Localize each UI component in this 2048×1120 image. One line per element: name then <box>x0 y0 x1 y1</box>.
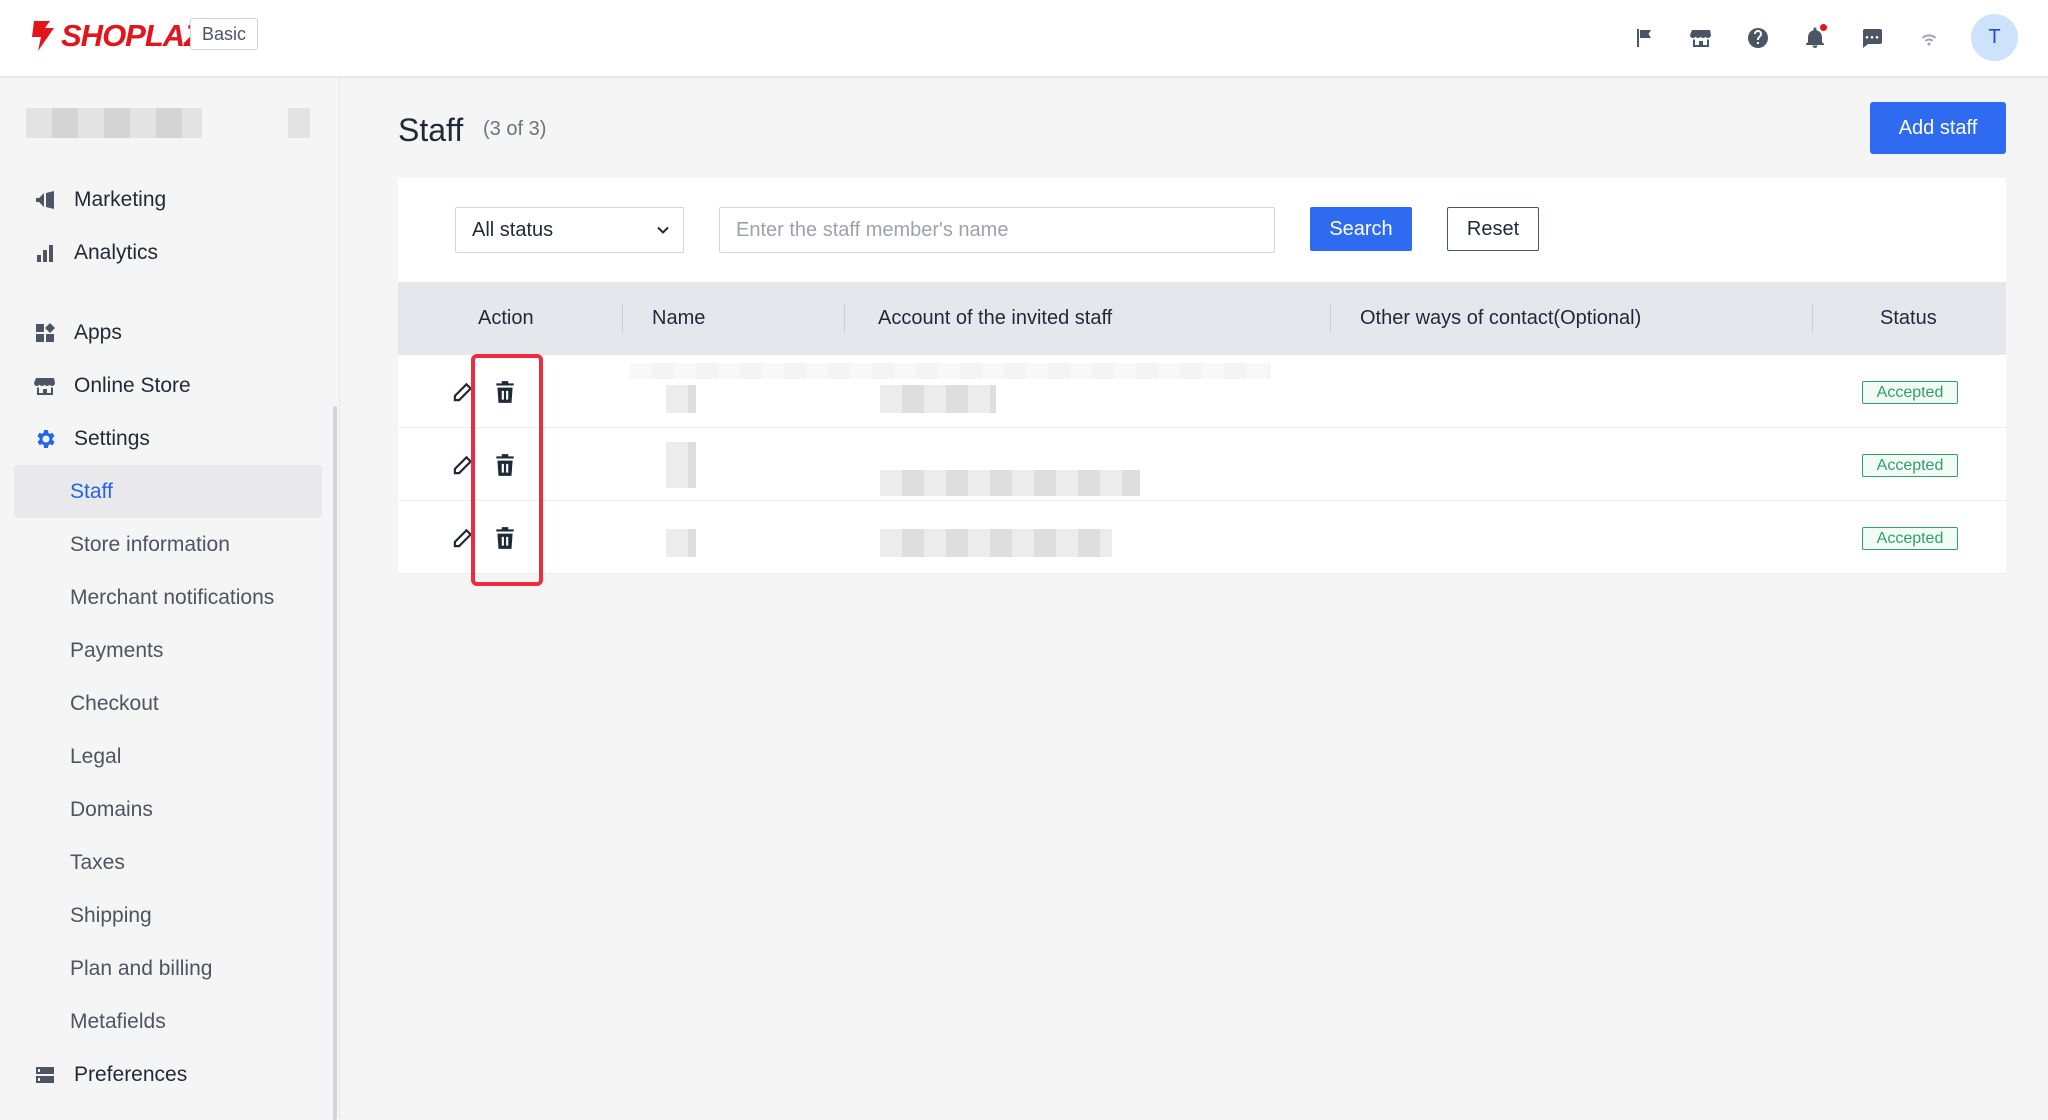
store-name-redacted <box>26 108 202 138</box>
sidebar: Marketing Analytics Apps Online Store Se… <box>0 78 340 1120</box>
staff-card: All status Search Reset Action Name Acco… <box>398 178 2006 574</box>
account-redacted <box>880 470 1140 496</box>
sidebar-item-label: Settings <box>74 426 150 450</box>
name-redacted <box>666 442 696 488</box>
table-row: Accepted <box>398 355 2006 428</box>
sidebar-item-legal[interactable]: Legal <box>14 730 322 783</box>
wifi-icon[interactable] <box>1913 22 1945 54</box>
sidebar-item-settings[interactable]: Settings <box>14 412 322 465</box>
page-title: Staff <box>398 112 464 148</box>
staff-name-search-input[interactable] <box>719 207 1275 253</box>
logo-mark-icon <box>32 21 54 51</box>
sidebar-item-taxes[interactable]: Taxes <box>14 836 322 889</box>
table-row: Accepted <box>398 501 2006 574</box>
column-header-name: Name <box>652 307 706 329</box>
flag-icon[interactable] <box>1628 22 1660 54</box>
sidebar-item-label: Online Store <box>74 373 191 397</box>
delete-icon[interactable] <box>492 525 518 551</box>
status-filter-value: All status <box>472 219 554 241</box>
column-header-status: Status <box>1880 307 1937 329</box>
sidebar-item-label: Preferences <box>74 1062 188 1086</box>
sidebar-item-marketing[interactable]: Marketing <box>14 173 322 226</box>
sidebar-item-online-store[interactable]: Online Store <box>14 359 322 412</box>
reset-button[interactable]: Reset <box>1447 207 1539 251</box>
gear-icon <box>32 426 58 452</box>
notification-dot <box>1820 23 1827 31</box>
sidebar-item-label: Marketing <box>74 187 167 211</box>
status-filter-select[interactable]: All status <box>455 207 684 253</box>
sidebar-item-checkout[interactable]: Checkout <box>14 677 322 730</box>
sidebar-item-label: Apps <box>74 320 122 344</box>
name-redacted <box>666 385 696 413</box>
staff-count: (3 of 3) <box>483 118 547 140</box>
storefront-icon <box>32 373 58 399</box>
help-icon[interactable] <box>1742 22 1774 54</box>
staff-table: Action Name Account of the invited staff… <box>398 282 2006 574</box>
sidebar-item-plan-and-billing[interactable]: Plan and billing <box>14 942 322 995</box>
sidebar-item-merchant-notifications[interactable]: Merchant notifications <box>14 571 322 624</box>
sidebar-scrollbar[interactable] <box>333 406 337 1120</box>
search-button[interactable]: Search <box>1310 207 1412 251</box>
delete-icon[interactable] <box>492 452 518 478</box>
server-icon <box>32 1062 58 1088</box>
column-header-action: Action <box>478 307 534 329</box>
table-header: Action Name Account of the invited staff… <box>398 282 2006 355</box>
column-header-contact: Other ways of contact(Optional) <box>1360 307 1642 329</box>
bell-icon[interactable] <box>1799 22 1831 54</box>
avatar[interactable]: T <box>1971 14 2018 61</box>
sidebar-item-analytics[interactable]: Analytics <box>14 226 322 279</box>
megaphone-icon <box>32 187 58 213</box>
store-switch-redacted <box>288 108 310 138</box>
table-row: Accepted <box>398 428 2006 501</box>
main-content: Staff (3 of 3) Add staff All status Sear… <box>340 78 2048 1120</box>
top-icons: T <box>1603 14 2018 61</box>
chat-icon[interactable] <box>1856 22 1888 54</box>
bar-chart-icon <box>32 240 58 266</box>
sidebar-item-label: Analytics <box>74 240 159 264</box>
sidebar-item-apps[interactable]: Apps <box>14 306 322 359</box>
edit-icon[interactable] <box>450 525 476 551</box>
sidebar-item-domains[interactable]: Domains <box>14 783 322 836</box>
sidebar-item-preferences[interactable]: Preferences <box>14 1048 322 1101</box>
chevron-down-icon <box>657 226 669 234</box>
sidebar-nav: Marketing Analytics Apps Online Store Se… <box>14 173 322 1101</box>
status-badge: Accepted <box>1862 454 1958 477</box>
apps-icon <box>32 320 58 346</box>
store-switcher[interactable] <box>26 88 316 158</box>
delete-icon[interactable] <box>492 379 518 405</box>
storefront-icon[interactable] <box>1685 22 1717 54</box>
sidebar-item-store-information[interactable]: Store information <box>14 518 322 571</box>
edit-icon[interactable] <box>450 379 476 405</box>
account-redacted <box>880 385 996 413</box>
account-redacted <box>880 529 1112 557</box>
top-bar: SHOPLAZZA Basic T <box>0 0 2048 77</box>
name-redacted <box>630 363 1270 379</box>
sidebar-item-shipping[interactable]: Shipping <box>14 889 322 942</box>
sidebar-item-metafields[interactable]: Metafields <box>14 995 322 1048</box>
add-staff-button[interactable]: Add staff <box>1870 102 2006 154</box>
sidebar-item-payments[interactable]: Payments <box>14 624 322 677</box>
edit-icon[interactable] <box>450 452 476 478</box>
status-badge: Accepted <box>1862 381 1958 404</box>
plan-badge: Basic <box>190 18 259 50</box>
column-header-account: Account of the invited staff <box>878 307 1113 329</box>
status-badge: Accepted <box>1862 527 1958 550</box>
sidebar-item-staff[interactable]: Staff <box>14 465 322 518</box>
name-redacted <box>666 529 696 557</box>
